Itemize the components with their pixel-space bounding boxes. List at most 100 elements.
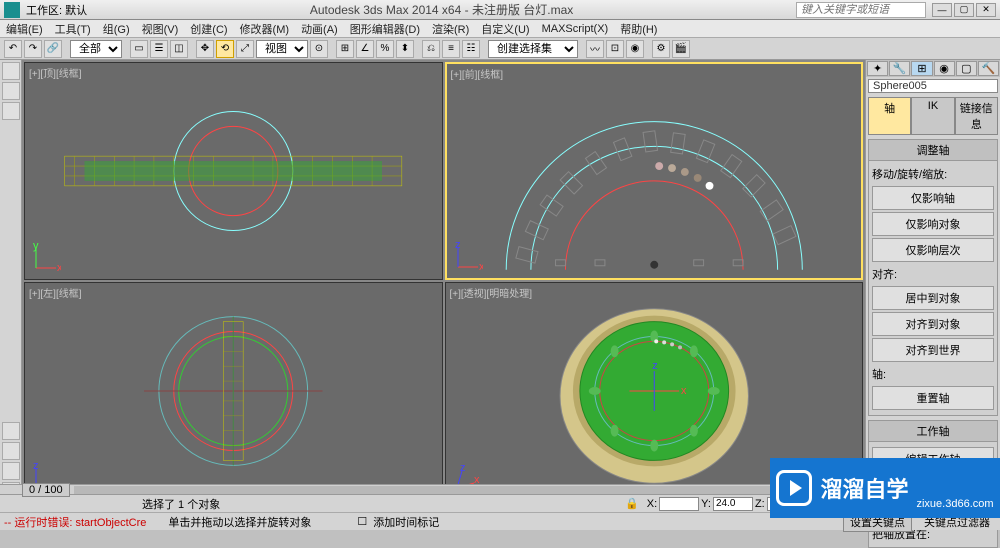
lt-btn-b[interactable] — [2, 442, 20, 460]
display-tab[interactable]: ▢ — [956, 61, 977, 76]
viewport-left-label[interactable]: [+][左][线框] — [29, 285, 82, 300]
menu-tools[interactable]: 工具(T) — [55, 21, 91, 37]
viewport-front[interactable]: [+][前][线框] — [445, 62, 864, 280]
viewport-left[interactable]: [+][左][线框] yz — [24, 282, 443, 500]
align-button[interactable]: ≡ — [442, 40, 460, 58]
menu-animation[interactable]: 动画(A) — [301, 21, 338, 37]
motion-tab[interactable]: ◉ — [934, 61, 955, 76]
workspace-dropdown[interactable]: 工作区: 默认 — [26, 2, 87, 18]
ik-tab[interactable]: IK — [911, 97, 954, 135]
svg-text:z: z — [652, 360, 657, 372]
menu-maxscript[interactable]: MAXScript(X) — [542, 23, 609, 35]
align-to-object-button[interactable]: 对齐到对象 — [872, 312, 994, 336]
window-title: Autodesk 3ds Max 2014 x64 - 未注册版 台灯.max — [87, 1, 796, 18]
select-name-button[interactable]: ☰ — [150, 40, 168, 58]
redo-button[interactable]: ↷ — [24, 40, 42, 58]
viewport-persp-label[interactable]: [+][透视][明暗处理] — [450, 285, 533, 300]
lt-btn-2[interactable] — [2, 82, 20, 100]
watermark-overlay: 溜溜自学 zixue.3d66.com — [770, 458, 1000, 518]
axis-gizmo-icon: xz — [453, 242, 483, 272]
link-button[interactable]: 🔗 — [44, 40, 62, 58]
menu-rendering[interactable]: 渲染(R) — [432, 21, 469, 37]
svg-text:z: z — [455, 242, 461, 251]
add-time-tag-button[interactable]: 添加时间标记 — [373, 514, 439, 530]
center-to-object-button[interactable]: 居中到对象 — [872, 286, 994, 310]
rotate-button[interactable]: ⟲ — [216, 40, 234, 58]
object-name-field[interactable]: Sphere005 — [868, 79, 998, 93]
prompt-text: 单击并拖动以选择并旋转对象 — [168, 514, 311, 530]
align-to-world-button[interactable]: 对齐到世界 — [872, 338, 994, 362]
select-region-button[interactable]: ◫ — [170, 40, 188, 58]
affect-object-only-button[interactable]: 仅影响对象 — [872, 212, 994, 236]
coord-y-input[interactable] — [713, 497, 753, 511]
viewport-front-label[interactable]: [+][前][线框] — [451, 66, 504, 81]
ref-coord-dropdown[interactable]: 视图 — [256, 40, 308, 58]
move-rotate-scale-label: 移动/旋转/缩放: — [872, 164, 994, 184]
menu-grapheditors[interactable]: 图形编辑器(D) — [350, 21, 420, 37]
spinner-snap-button[interactable]: ⬍ — [396, 40, 414, 58]
working-pivot-header[interactable]: 工作轴 — [869, 421, 997, 442]
hierarchy-tab[interactable]: ⊞ — [911, 61, 932, 76]
play-icon — [776, 470, 812, 506]
render-button[interactable]: 🎬 — [672, 40, 690, 58]
move-button[interactable]: ✥ — [196, 40, 214, 58]
svg-text:x: x — [479, 261, 483, 272]
menu-help[interactable]: 帮助(H) — [620, 21, 657, 37]
menu-group[interactable]: 组(G) — [103, 21, 130, 37]
lt-btn-a[interactable] — [2, 422, 20, 440]
scale-button[interactable]: ⤢ — [236, 40, 254, 58]
linkinfo-tab[interactable]: 链接信息 — [955, 97, 998, 135]
menu-customize[interactable]: 自定义(U) — [481, 21, 529, 37]
lt-btn-3[interactable] — [2, 102, 20, 120]
percent-snap-button[interactable]: % — [376, 40, 394, 58]
mirror-button[interactable]: ⎌ — [422, 40, 440, 58]
reset-pivot-button[interactable]: 重置轴 — [872, 386, 994, 410]
help-search-input[interactable] — [796, 2, 926, 18]
svg-text:x: x — [681, 385, 687, 397]
close-button[interactable]: ✕ — [976, 3, 996, 17]
curve-editor-button[interactable]: 〰 — [586, 40, 604, 58]
snap-toggle[interactable]: ⊞ — [336, 40, 354, 58]
axis-gizmo-icon: xy — [31, 243, 61, 273]
app-logo-icon — [4, 2, 20, 18]
align-label: 对齐: — [872, 264, 994, 284]
svg-text:z: z — [460, 463, 466, 474]
coord-z-label: Z: — [755, 498, 765, 510]
undo-button[interactable]: ↶ — [4, 40, 22, 58]
lt-btn-c[interactable] — [2, 462, 20, 480]
coord-x-input[interactable] — [659, 497, 699, 511]
minimize-button[interactable]: — — [932, 3, 952, 17]
select-button[interactable]: ▭ — [130, 40, 148, 58]
menu-view[interactable]: 视图(V) — [142, 21, 179, 37]
watermark-url: zixue.3d66.com — [916, 498, 993, 510]
modify-tab[interactable]: 🔧 — [889, 61, 910, 76]
frame-indicator[interactable]: 0 / 100 — [22, 483, 70, 497]
viewport-top[interactable]: [+][顶][线框] xy — [24, 62, 443, 280]
viewport-top-label[interactable]: [+][顶][线框] — [29, 65, 82, 80]
watermark-brand: 溜溜自学 — [820, 472, 908, 504]
material-editor-button[interactable]: ◉ — [626, 40, 644, 58]
affect-hierarchy-only-button[interactable]: 仅影响层次 — [872, 238, 994, 262]
render-setup-button[interactable]: ⚙ — [652, 40, 670, 58]
angle-snap-button[interactable]: ∠ — [356, 40, 374, 58]
command-panel: ✦ 🔧 ⊞ ◉ ▢ 🔨 Sphere005 轴 IK 链接信息 调整轴 移动/旋… — [865, 60, 1000, 502]
menu-create[interactable]: 创建(C) — [190, 21, 227, 37]
adjust-pivot-header[interactable]: 调整轴 — [869, 140, 997, 161]
pivot-tab[interactable]: 轴 — [868, 97, 911, 135]
utilities-tab[interactable]: 🔨 — [978, 61, 999, 76]
coord-y-label: Y: — [701, 498, 711, 510]
svg-text:y: y — [33, 243, 39, 252]
lt-btn-1[interactable] — [2, 62, 20, 80]
pivot-button[interactable]: ⊙ — [310, 40, 328, 58]
maximize-button[interactable]: ▢ — [954, 3, 974, 17]
main-toolbar: ↶ ↷ 🔗 全部 ▭ ☰ ◫ ✥ ⟲ ⤢ 视图 ⊙ ⊞ ∠ % ⬍ ⎌ ≡ ☷ … — [0, 38, 1000, 60]
coord-x-label: X: — [647, 498, 657, 510]
layers-button[interactable]: ☷ — [462, 40, 480, 58]
named-selection-dropdown[interactable]: 创建选择集 — [488, 40, 578, 58]
create-tab[interactable]: ✦ — [867, 61, 888, 76]
menu-edit[interactable]: 编辑(E) — [6, 21, 43, 37]
selection-filter-dropdown[interactable]: 全部 — [70, 40, 122, 58]
affect-pivot-only-button[interactable]: 仅影响轴 — [872, 186, 994, 210]
schematic-button[interactable]: ⊡ — [606, 40, 624, 58]
menu-modifiers[interactable]: 修改器(M) — [240, 21, 290, 37]
